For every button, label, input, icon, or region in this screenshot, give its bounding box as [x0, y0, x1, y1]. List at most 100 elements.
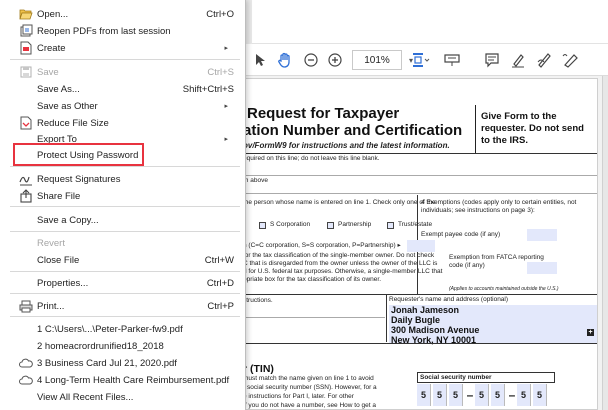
cloud-icon	[19, 373, 33, 387]
tin-para-3: e instructions for Part I, later. For ot…	[243, 393, 354, 400]
recent-file-4[interactable]: 4 Long-Term Health Care Reimbursement.pd…	[0, 371, 246, 389]
ssn-digit[interactable]: 5	[517, 384, 531, 406]
menu-separator	[10, 271, 240, 272]
menu-item-label: Close File	[37, 254, 80, 266]
comment-icon[interactable]	[484, 50, 500, 70]
line2-note: m above	[243, 177, 268, 184]
line1-rule	[243, 175, 597, 176]
tin-heading: r (TIN)	[243, 363, 274, 375]
ssn-digit[interactable]: 5	[433, 384, 447, 406]
menu-item-shortcut: Ctrl+P	[207, 300, 234, 312]
menu-item-label: Save As...	[37, 83, 80, 95]
menu-item-share-file[interactable]: Share File	[0, 187, 246, 205]
menu-item-label: Properties...	[37, 277, 89, 289]
tin-para-1: must match the name given on line 1 to a…	[243, 375, 374, 382]
menu-separator	[10, 231, 240, 232]
menu-item-revert[interactable]: Revert	[0, 234, 246, 252]
ssn-digit[interactable]: 5	[491, 384, 505, 406]
ssn-digit[interactable]: 5	[449, 384, 463, 406]
line2-rule	[243, 193, 597, 194]
menu-item-shortcut: Ctrl+D	[206, 277, 234, 289]
llc-classification-field[interactable]	[407, 240, 435, 252]
menu-item-save-a-copy[interactable]: Save a Copy...	[0, 211, 246, 229]
requester-label: Requester's name and address (optional)	[389, 296, 509, 303]
ssn-digit[interactable]: 5	[417, 384, 431, 406]
menu-item-save[interactable]: Save Ctrl+S	[0, 63, 246, 81]
vertical-scrollbar[interactable]	[602, 76, 608, 410]
highlighter-icon[interactable]	[510, 50, 526, 70]
exempt-payee-label: Exempt payee code (if any)	[421, 231, 501, 238]
signature-icon	[19, 172, 33, 186]
menu-item-label: Revert	[37, 237, 65, 249]
requester-divider	[386, 294, 387, 342]
s-corp-checkbox[interactable]	[259, 222, 266, 229]
submenu-arrow-icon: ▸	[224, 103, 228, 110]
ssn-field[interactable]: 5 5 5 – 5 5 – 5 5	[417, 384, 549, 409]
llc-classification-line: n (C=C corporation, S=S corporation, P=P…	[243, 242, 401, 249]
create-pdf-icon	[19, 41, 33, 55]
line3-note: the person whose name is entered on line…	[243, 199, 436, 206]
fatca-field[interactable]	[527, 262, 557, 274]
menu-item-label: View All Recent Files...	[37, 391, 134, 403]
menu-item-request-signatures[interactable]: Request Signatures	[0, 170, 246, 188]
keyboard-icon[interactable]	[444, 50, 460, 70]
trust-label: Trust/estate	[398, 221, 433, 228]
share-icon	[19, 189, 33, 203]
give-form-note: Give Form to the requester. Do not send …	[481, 111, 584, 146]
zoom-in-icon[interactable]	[328, 50, 342, 70]
page-fit-icon[interactable]	[410, 50, 430, 70]
expand-field-icon[interactable]: +	[587, 329, 594, 336]
menu-item-label: 4 Long-Term Health Care Reimbursement.pd…	[37, 374, 230, 386]
folder-open-icon	[19, 7, 33, 21]
app-header-strip	[246, 0, 608, 44]
menu-item-shortcut: Ctrl+W	[204, 254, 234, 266]
form-title: Request for Taxpayer ation Number and Ce…	[243, 105, 462, 139]
print-icon	[19, 299, 33, 313]
submenu-arrow-icon: ▸	[224, 136, 228, 143]
s-corp-label: S Corporation	[270, 221, 311, 228]
select-cursor-icon[interactable]	[254, 50, 268, 70]
reduce-size-icon	[19, 116, 33, 130]
menu-item-shortcut: Ctrl+O	[206, 8, 234, 20]
menu-item-label: Reduce File Size	[37, 117, 109, 129]
ssn-separator: –	[508, 388, 516, 402]
pdf-page: Request for Taxpayer ation Number and Ce…	[226, 78, 598, 410]
menu-item-create[interactable]: Create ▸	[0, 39, 246, 57]
menu-item-label: Save a Copy...	[37, 214, 99, 226]
recent-file-2[interactable]: 2 homeacrordrunified18_2018	[0, 337, 246, 355]
ssn-label: Social security number	[417, 372, 555, 383]
zoom-out-icon[interactable]	[304, 50, 318, 70]
menu-item-properties[interactable]: Properties... Ctrl+D	[0, 274, 246, 292]
hand-tool-icon[interactable]	[277, 50, 293, 70]
recent-file-3[interactable]: 3 Business Card Jul 21, 2020.pdf	[0, 354, 246, 372]
ssn-digit[interactable]: 5	[475, 384, 489, 406]
title-divider	[475, 105, 476, 153]
exempt-payee-field[interactable]	[527, 229, 557, 241]
recent-file-1[interactable]: 1 C:\Users\...\Peter-Parker-fw9.pdf	[0, 320, 246, 338]
menu-item-reopen[interactable]: Reopen PDFs from last session	[0, 22, 246, 40]
fill-sign-icon[interactable]	[562, 50, 580, 70]
exemptions-title: 4 Exemptions (codes apply only to certai…	[421, 199, 577, 215]
menu-separator	[10, 59, 240, 60]
menu-item-print[interactable]: Print... Ctrl+P	[0, 297, 246, 315]
menu-item-save-as[interactable]: Save As... Shift+Ctrl+S	[0, 80, 246, 98]
line1-note: equired on this line; do not leave this …	[243, 155, 380, 162]
protect-password-highlight	[13, 143, 144, 166]
menu-item-open[interactable]: Open... Ctrl+O	[0, 5, 246, 23]
menu-item-view-all-recent-files[interactable]: View All Recent Files...	[0, 388, 246, 406]
trust-checkbox[interactable]	[387, 222, 394, 229]
ssn-digit[interactable]: 5	[533, 384, 547, 406]
menu-item-label: Create	[37, 42, 66, 54]
menu-separator	[10, 293, 240, 294]
partnership-checkbox[interactable]	[327, 222, 334, 229]
menu-separator	[10, 166, 240, 167]
cloud-icon	[19, 356, 33, 370]
menu-item-label: Save	[37, 66, 59, 78]
menu-item-save-as-other[interactable]: Save as Other ▸	[0, 97, 246, 115]
menu-item-label: 1 C:\Users\...\Peter-Parker-fw9.pdf	[37, 323, 183, 335]
zoom-level-field[interactable]: 101% ▾	[352, 50, 413, 70]
menu-item-close-file[interactable]: Close File Ctrl+W	[0, 251, 246, 269]
draw-icon[interactable]	[536, 50, 552, 70]
instructions-label: structions.	[243, 297, 273, 304]
ssn-separator: –	[466, 388, 474, 402]
